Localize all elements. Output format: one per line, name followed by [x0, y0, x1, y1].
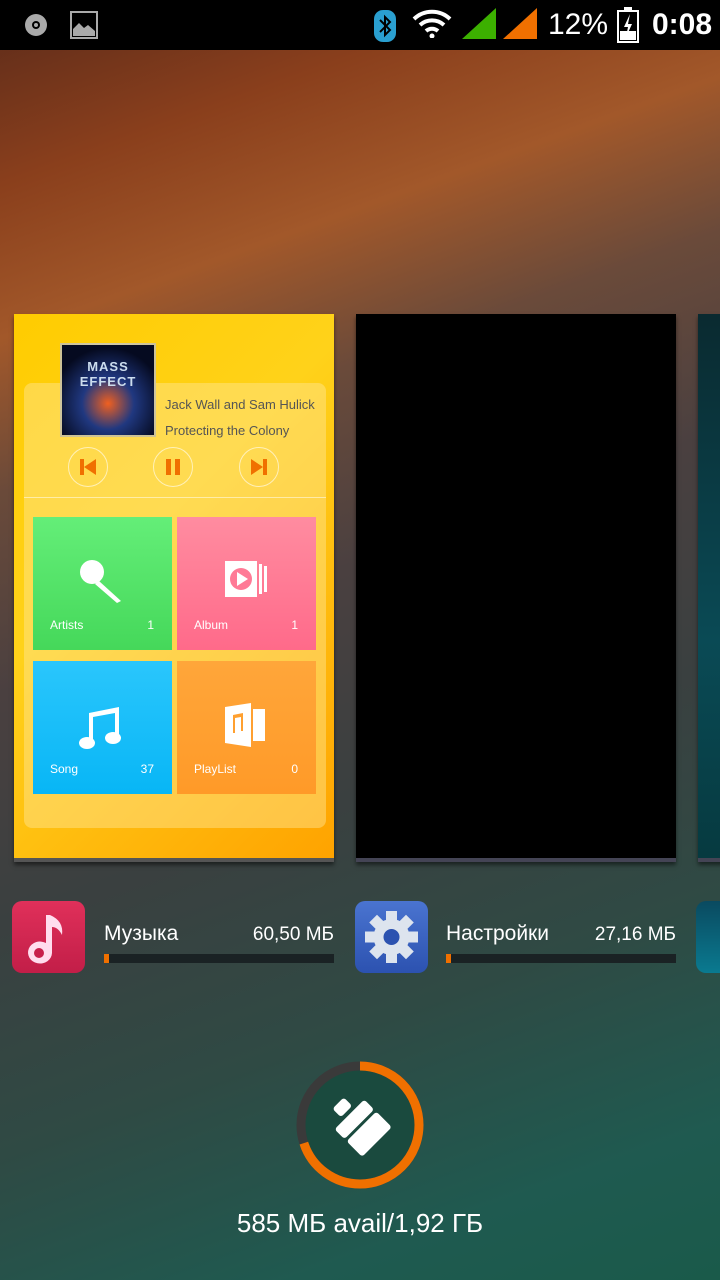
battery-charging-icon: [617, 7, 639, 43]
app-memory: 27,16 МБ: [594, 924, 676, 945]
app-name: Настройки: [446, 922, 549, 945]
bluetooth-icon: [374, 10, 396, 42]
skip-previous-icon: [80, 459, 96, 475]
album-icon: [225, 561, 267, 597]
tile-count: 1: [147, 618, 154, 632]
music-note-icon: [79, 707, 121, 749]
signal-green-icon: [462, 8, 496, 39]
tile-count: 1: [291, 618, 298, 632]
wifi-icon: [412, 9, 452, 38]
tile-label: Album: [194, 618, 229, 632]
memory-bar: [446, 954, 676, 963]
memory-status: 585 МБ avail/1,92 ГБ: [236, 1208, 484, 1238]
status-bar: 12% 0:08: [0, 0, 720, 50]
microphone-icon: [80, 560, 121, 603]
clock: 0:08: [652, 8, 713, 41]
recent-card-settings[interactable]: [356, 314, 676, 862]
tile-album[interactable]: Album 1: [177, 517, 316, 650]
battery-percent: 12%: [548, 8, 609, 41]
recent-card-partial[interactable]: [698, 314, 720, 862]
track-title: Protecting the Colony: [165, 423, 290, 438]
playlist-icon: [225, 703, 265, 747]
tile-playlist[interactable]: PlayList 0: [177, 661, 316, 794]
memory-ring: [296, 1061, 424, 1189]
music-app-icon[interactable]: [12, 901, 85, 973]
artist-name: Jack Wall and Sam Hulick: [165, 397, 315, 412]
tile-count: 37: [140, 762, 154, 776]
partial-app-icon[interactable]: [696, 901, 720, 973]
divider: [24, 497, 326, 498]
next-button[interactable]: [239, 447, 279, 487]
signal-orange-icon: [503, 8, 537, 39]
app-memory: 60,50 МБ: [252, 924, 334, 945]
pause-icon: [166, 459, 180, 475]
pause-button[interactable]: [153, 447, 193, 487]
previous-button[interactable]: [68, 447, 108, 487]
tile-label: PlayList: [194, 762, 237, 776]
tile-count: 0: [291, 762, 298, 776]
recent-card-music[interactable]: MASS EFFECT Jack Wall and Sam Hulick Prot…: [14, 314, 334, 862]
tile-label: Song: [50, 762, 79, 776]
tile-label: Artists: [50, 618, 84, 632]
cd-icon: [25, 14, 47, 36]
image-icon: [70, 11, 98, 39]
memory-clean-button[interactable]: [295, 1060, 425, 1190]
app-name: Музыка: [104, 922, 179, 945]
tile-song[interactable]: Song 37: [33, 661, 172, 794]
skip-next-icon: [251, 459, 267, 475]
settings-app-icon[interactable]: [355, 901, 428, 973]
gear-icon: [365, 911, 418, 963]
tile-artists[interactable]: Artists 1: [33, 517, 172, 650]
music-note-icon: [28, 915, 63, 964]
album-art: MASS EFFECT: [60, 343, 156, 437]
album-art-title: MASS EFFECT: [79, 359, 137, 389]
memory-bar: [104, 954, 334, 963]
